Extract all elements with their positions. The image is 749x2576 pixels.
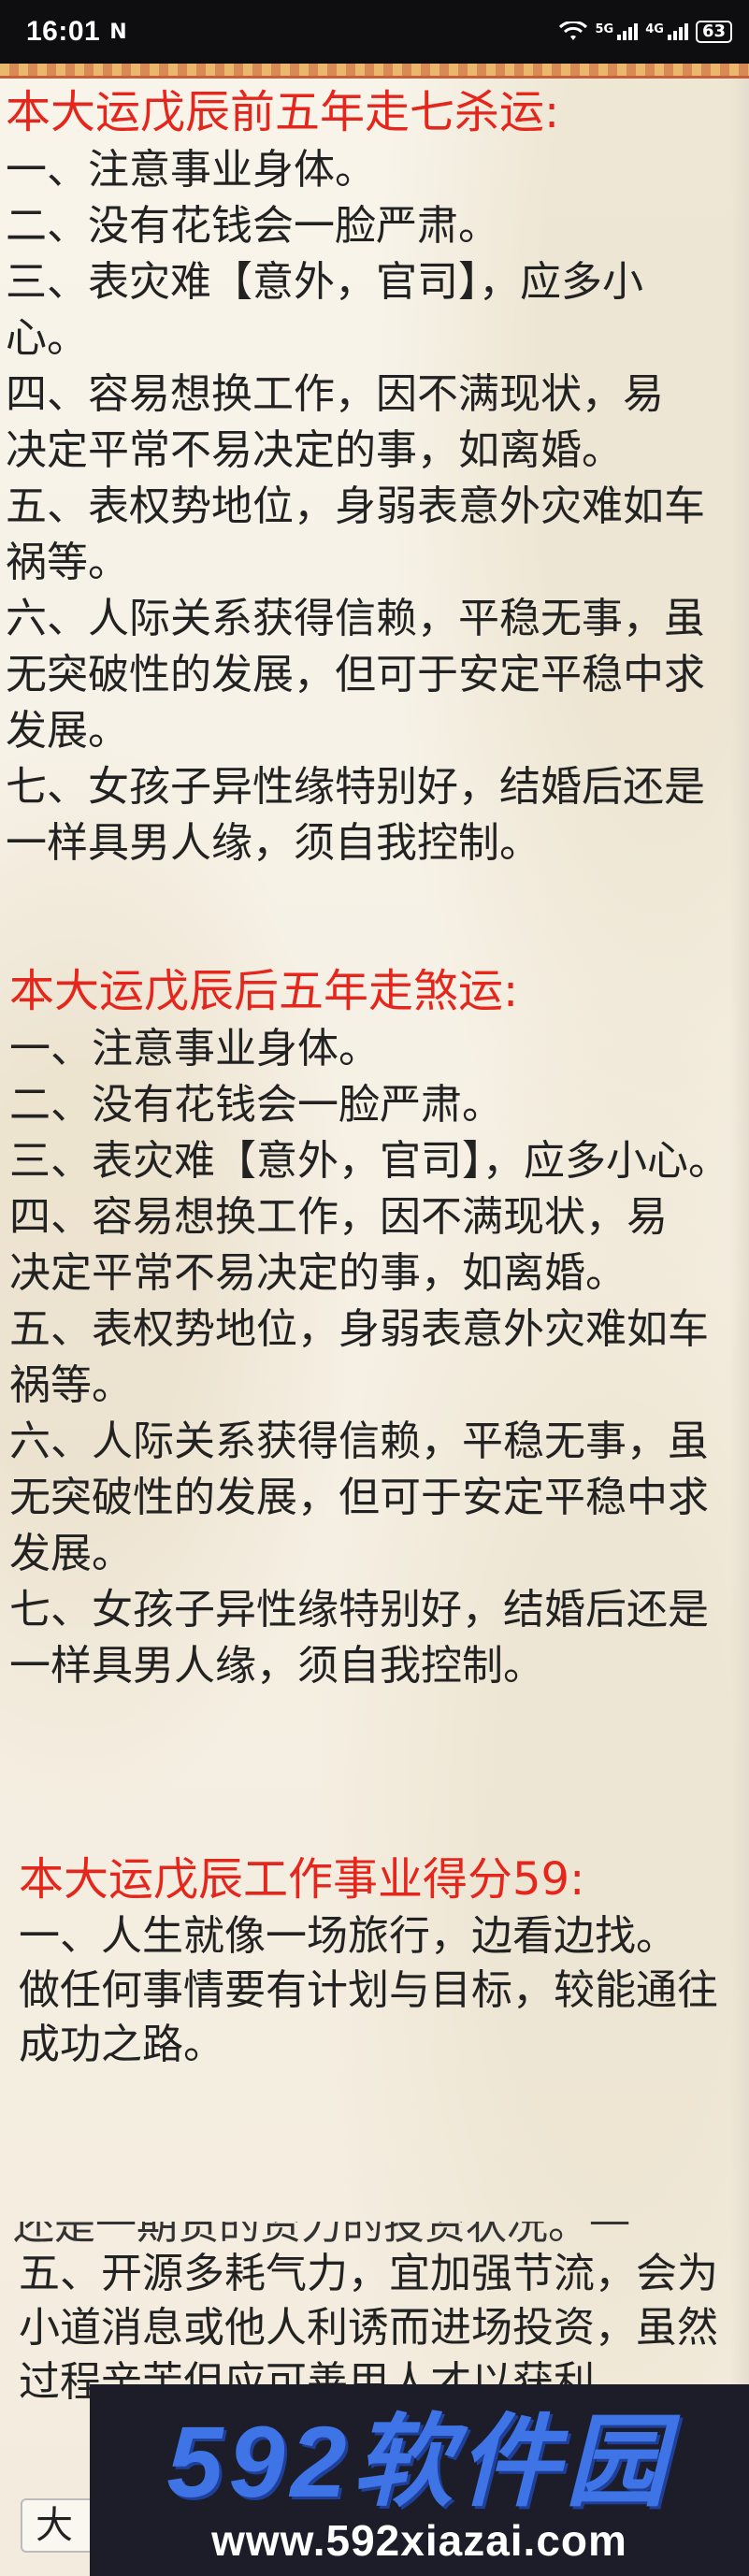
nfc-icon: N bbox=[109, 20, 127, 44]
section-first-five-years: 本大运戊辰前五年走七杀运: 一、注意事业身体。 二、没有花钱会一脸严肃。 三、表… bbox=[0, 82, 743, 871]
signal-label: 5G bbox=[595, 22, 614, 36]
watermark-logo: 592软件园 bbox=[166, 2405, 672, 2518]
list-item: 七、女孩子异性缘特别好，结婚后还是一样具男人缘，须自我控制。 bbox=[6, 763, 705, 867]
watermark-logo-row: 592软件园 bbox=[90, 2411, 749, 2513]
list-item: 二、没有花钱会一脸严肃。 bbox=[6, 202, 499, 250]
list-item: 六、人际关系获得信赖，平稳无事，虽无突破性的发展，但可于安定平稳中求发展。 bbox=[9, 1418, 709, 1577]
section-last-five-years: 本大运戊辰后五年走煞运: 一、注意事业身体。 二、没有花钱会一脸严肃。 三、表灾… bbox=[4, 961, 743, 1694]
watermark-url: www.592xiazai.com bbox=[211, 2516, 627, 2565]
battery-icon: 63 bbox=[695, 21, 732, 43]
list-item: 三、表灾难【意外，官司】，应多小心。 bbox=[9, 1137, 729, 1185]
list-item: 五、表权势地位，身弱表意外灾难如车祸等。 bbox=[9, 1305, 709, 1409]
section-heading: 本大运戊辰后五年走煞运: bbox=[9, 965, 519, 1017]
section-heading: 本大运戊辰工作事业得分59: bbox=[19, 1853, 585, 1906]
list-item: 四、容易想换工作，因不满现状，易决定平常不易决定的事，如离婚。 bbox=[9, 1193, 668, 1297]
list-item: 三、表灾难【意外，官司】，应多小心。 bbox=[6, 258, 643, 362]
status-bar: 16:01 N 5G 4G 63 bbox=[0, 0, 749, 64]
list-item: 五、表权势地位，身弱表意外灾难如车祸等。 bbox=[6, 482, 705, 586]
signal-label: 4G bbox=[645, 22, 664, 36]
list-item: 一、人生就像一场旅行，边看边找。 bbox=[19, 1912, 677, 1960]
reading-content: 本大运戊辰前五年走七杀运: 一、注意事业身体。 二、没有花钱会一脸严肃。 三、表… bbox=[0, 82, 749, 2576]
list-item: 四、容易想换工作，因不满现状，易决定平常不易决定的事，如离婚。 bbox=[6, 370, 664, 474]
signal-icon: 4G bbox=[645, 23, 688, 40]
list-item: 六、人际关系获得信赖，平稳无事，虽无突破性的发展，但可于安定平稳中求发展。 bbox=[6, 595, 705, 755]
signal-icon: 5G bbox=[596, 23, 639, 40]
list-item: 二、没有花钱会一脸严肃。 bbox=[9, 1081, 503, 1129]
decorative-border bbox=[0, 64, 749, 79]
section-career-score: 本大运戊辰工作事业得分59: 一、人生就像一场旅行，边看边找。 做任何事情要有计… bbox=[13, 1849, 743, 2072]
bottom-button[interactable]: 大 bbox=[21, 2498, 95, 2553]
list-item: 做任何事情要有计划与目标，较能通往成功之路。 bbox=[19, 1966, 718, 2068]
status-icons: 5G 4G 63 bbox=[558, 21, 732, 43]
wifi-icon bbox=[558, 22, 587, 40]
list-item: 七、女孩子异性缘特别好，结婚后还是一样具男人缘，须自我控制。 bbox=[9, 1586, 709, 1690]
status-time: 16:01 bbox=[26, 16, 101, 47]
watermark-banner: 592软件园 www.592xiazai.com bbox=[90, 2384, 749, 2576]
section-heading: 本大运戊辰前五年走七杀运: bbox=[6, 86, 560, 138]
list-item: 一、注意事业身体。 bbox=[9, 1025, 380, 1072]
list-item: 一、注意事业身体。 bbox=[6, 146, 376, 194]
